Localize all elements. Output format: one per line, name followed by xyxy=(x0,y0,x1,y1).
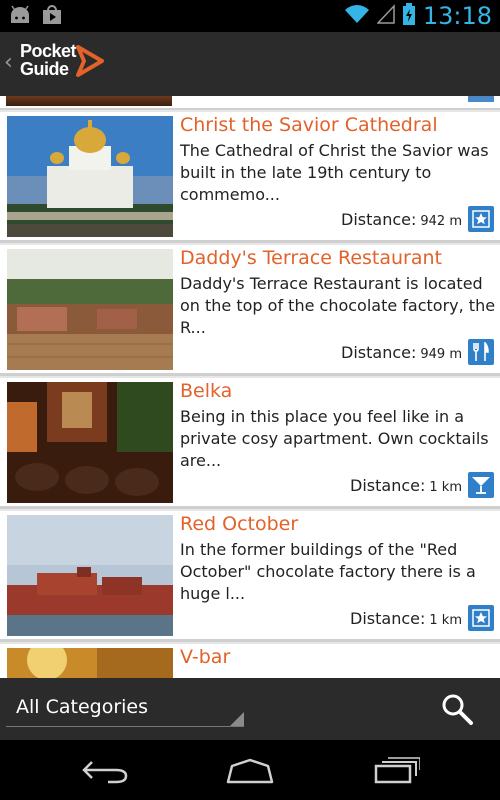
vbar-thumbnail xyxy=(7,648,173,678)
distance-value: 1 km xyxy=(429,480,462,495)
distance-value: 1 km xyxy=(429,613,462,628)
item-description: Being in this place you feel like in a p… xyxy=(180,407,489,470)
item-distance: Distance: 949 m xyxy=(341,343,462,362)
list-item[interactable]: Belka Being in this place you feel like … xyxy=(0,378,500,509)
fork-knife-icon xyxy=(468,339,494,365)
item-description: In the former buildings of the "Red Octo… xyxy=(180,540,476,603)
item-distance: Distance: 1 km xyxy=(350,609,462,628)
cathedral-thumbnail xyxy=(7,116,173,237)
back-icon[interactable] xyxy=(82,758,128,788)
item-title: Red October xyxy=(180,513,299,535)
logo-line1: Pocket xyxy=(20,41,77,61)
clock: 13:18 xyxy=(422,2,492,30)
item-title: Daddy's Terrace Restaurant xyxy=(180,247,442,269)
logo-line2: Guide xyxy=(20,59,69,79)
thumbnail xyxy=(6,96,172,106)
category-icon xyxy=(468,96,494,102)
dropdown-arrow-icon xyxy=(230,712,244,726)
item-distance: Distance: 942 m xyxy=(341,210,462,229)
star-icon xyxy=(468,206,494,232)
item-title: V-bar xyxy=(180,646,231,668)
logo-arrow-icon xyxy=(76,43,104,81)
category-select-value: All Categories xyxy=(16,696,149,718)
item-title: Christ the Savior Cathedral xyxy=(180,114,438,136)
distance-label: Distance: xyxy=(350,476,426,495)
play-store-icon xyxy=(42,5,62,29)
filter-bar: All Categories xyxy=(0,678,500,740)
category-select[interactable]: All Categories xyxy=(6,692,244,727)
system-nav-bar xyxy=(0,740,500,800)
list-item[interactable]: Red October In the former buildings of t… xyxy=(0,511,500,642)
recent-apps-icon[interactable] xyxy=(374,756,421,788)
cocktail-icon xyxy=(468,472,494,498)
app-bar: ‹ Pocket Guide xyxy=(0,32,500,96)
restaurant-thumbnail xyxy=(7,249,173,370)
list-item[interactable]: V-bar xyxy=(0,644,500,678)
places-list[interactable]: Christ the Savior Cathedral The Cathedra… xyxy=(0,96,500,678)
distance-label: Distance: xyxy=(350,609,426,628)
item-description: The Cathedral of Christ the Savior was b… xyxy=(180,141,489,204)
red-october-thumbnail xyxy=(7,515,173,636)
bar-thumbnail xyxy=(7,382,173,503)
distance-value: 942 m xyxy=(420,214,462,229)
item-title: Belka xyxy=(180,380,233,402)
list-item[interactable]: Daddy's Terrace Restaurant Daddy's Terra… xyxy=(0,245,500,376)
home-icon[interactable] xyxy=(226,758,274,788)
item-description: Daddy's Terrace Restaurant is located on… xyxy=(180,274,496,337)
list-item[interactable]: Christ the Savior Cathedral The Cathedra… xyxy=(0,112,500,243)
android-icon xyxy=(8,5,32,29)
search-icon[interactable] xyxy=(440,692,474,730)
distance-label: Distance: xyxy=(341,343,417,362)
list-item-partial[interactable] xyxy=(0,96,500,110)
item-distance: Distance: 1 km xyxy=(350,476,462,495)
battery-icon xyxy=(402,3,415,29)
star-icon xyxy=(468,605,494,631)
app-logo[interactable]: Pocket Guide xyxy=(20,41,77,79)
distance-label: Distance: xyxy=(341,210,417,229)
distance-value: 949 m xyxy=(420,347,462,362)
wifi-icon xyxy=(344,4,369,28)
status-bar: 13:18 xyxy=(0,0,500,32)
signal-icon xyxy=(376,4,395,28)
back-chevron-icon[interactable]: ‹ xyxy=(4,50,13,75)
